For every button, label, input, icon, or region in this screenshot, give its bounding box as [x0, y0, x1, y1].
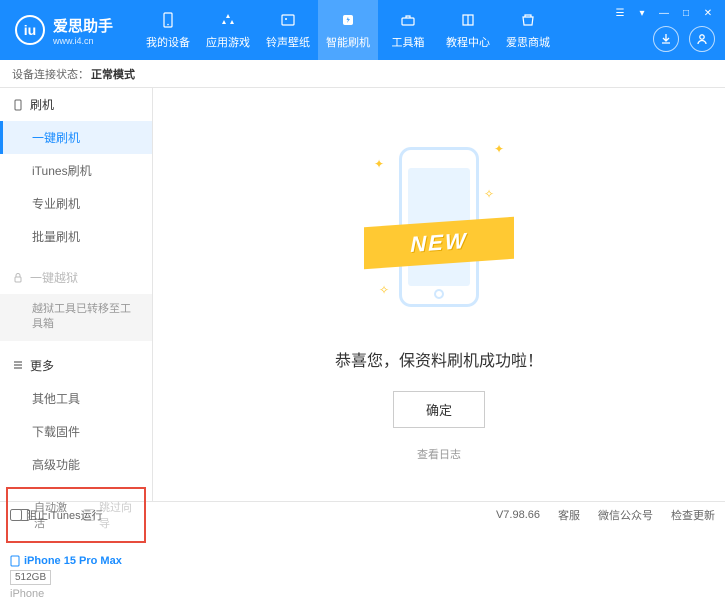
close-icon[interactable]: ✕ — [701, 6, 715, 20]
book-icon — [458, 10, 478, 30]
minimize-icon[interactable]: — — [657, 6, 671, 20]
window-controls: ☰ ▾ — □ ✕ — [613, 6, 715, 20]
device-name[interactable]: iPhone 15 Pro Max — [10, 555, 142, 567]
nav-tutorials[interactable]: 教程中心 — [438, 0, 498, 60]
app-header: iu 爱思助手 www.i4.cn 我的设备 应用游戏 铃声壁纸 智能刷机 工具… — [0, 0, 725, 60]
sidebar-section-flash[interactable]: 刷机 — [0, 88, 152, 121]
sidebar-item-other-tools[interactable]: 其他工具 — [0, 382, 152, 415]
apps-icon — [218, 10, 238, 30]
logo-icon: iu — [15, 15, 45, 45]
nav-store[interactable]: 爱思商城 — [498, 0, 558, 60]
device-capacity: 512GB — [10, 570, 51, 585]
app-title: 爱思助手 — [53, 15, 113, 36]
maximize-icon[interactable]: □ — [679, 6, 693, 20]
sidebar-section-more[interactable]: 更多 — [0, 349, 152, 382]
store-icon — [518, 10, 538, 30]
sidebar-section-jailbreak: 一键越狱 — [0, 261, 152, 294]
user-button[interactable] — [689, 26, 715, 52]
image-icon — [278, 10, 298, 30]
success-illustration: ✦ ✦ ✧ ✧ NEW — [364, 127, 514, 327]
success-message: 恭喜您，保资料刷机成功啦！ — [335, 347, 543, 371]
sidebar-jailbreak-note: 越狱工具已转移至工具箱 — [0, 294, 152, 341]
view-log-link[interactable]: 查看日志 — [417, 446, 461, 462]
sidebar-item-pro-flash[interactable]: 专业刷机 — [0, 187, 152, 220]
device-info: iPhone 15 Pro Max 512GB iPhone — [0, 549, 152, 606]
wechat-link[interactable]: 微信公众号 — [598, 507, 653, 523]
new-ribbon: NEW — [364, 217, 514, 269]
version-label: V7.98.66 — [496, 509, 540, 521]
lock-icon — [12, 272, 24, 284]
list-icon — [12, 359, 24, 371]
ok-button[interactable]: 确定 — [393, 391, 485, 428]
device-type: iPhone — [10, 588, 142, 600]
toolbox-icon — [398, 10, 418, 30]
phone-icon — [158, 10, 178, 30]
support-link[interactable]: 客服 — [558, 507, 580, 523]
phone-small-icon — [12, 99, 24, 111]
sidebar-item-oneclick-flash[interactable]: 一键刷机 — [0, 121, 152, 154]
nav-my-device[interactable]: 我的设备 — [138, 0, 198, 60]
main-content: ✦ ✦ ✧ ✧ NEW 恭喜您，保资料刷机成功啦！ 确定 查看日志 — [153, 88, 725, 501]
download-button[interactable] — [653, 26, 679, 52]
status-bar: 设备连接状态： 正常模式 — [0, 60, 725, 88]
nav-flash[interactable]: 智能刷机 — [318, 0, 378, 60]
checkbox-block-itunes[interactable]: 阻止iTunes运行 — [10, 507, 103, 523]
main-nav: 我的设备 应用游戏 铃声壁纸 智能刷机 工具箱 教程中心 爱思商城 — [138, 0, 558, 60]
sidebar-item-download-firmware[interactable]: 下载固件 — [0, 415, 152, 448]
sidebar-item-batch-flash[interactable]: 批量刷机 — [0, 220, 152, 253]
nav-ringtones[interactable]: 铃声壁纸 — [258, 0, 318, 60]
nav-apps[interactable]: 应用游戏 — [198, 0, 258, 60]
status-value: 正常模式 — [91, 66, 135, 82]
status-label: 设备连接状态： — [12, 66, 89, 82]
skin-icon[interactable]: ▾ — [635, 6, 649, 20]
device-icon — [10, 555, 20, 567]
logo-area: iu 爱思助手 www.i4.cn — [0, 15, 128, 46]
nav-toolbox[interactable]: 工具箱 — [378, 0, 438, 60]
app-subtitle: www.i4.cn — [53, 36, 113, 46]
update-link[interactable]: 检查更新 — [671, 507, 715, 523]
sidebar: 刷机 一键刷机 iTunes刷机 专业刷机 批量刷机 一键越狱 越狱工具已转移至… — [0, 88, 153, 501]
sidebar-item-advanced[interactable]: 高级功能 — [0, 448, 152, 481]
flash-icon — [338, 10, 358, 30]
sidebar-item-itunes-flash[interactable]: iTunes刷机 — [0, 154, 152, 187]
menu-icon[interactable]: ☰ — [613, 6, 627, 20]
